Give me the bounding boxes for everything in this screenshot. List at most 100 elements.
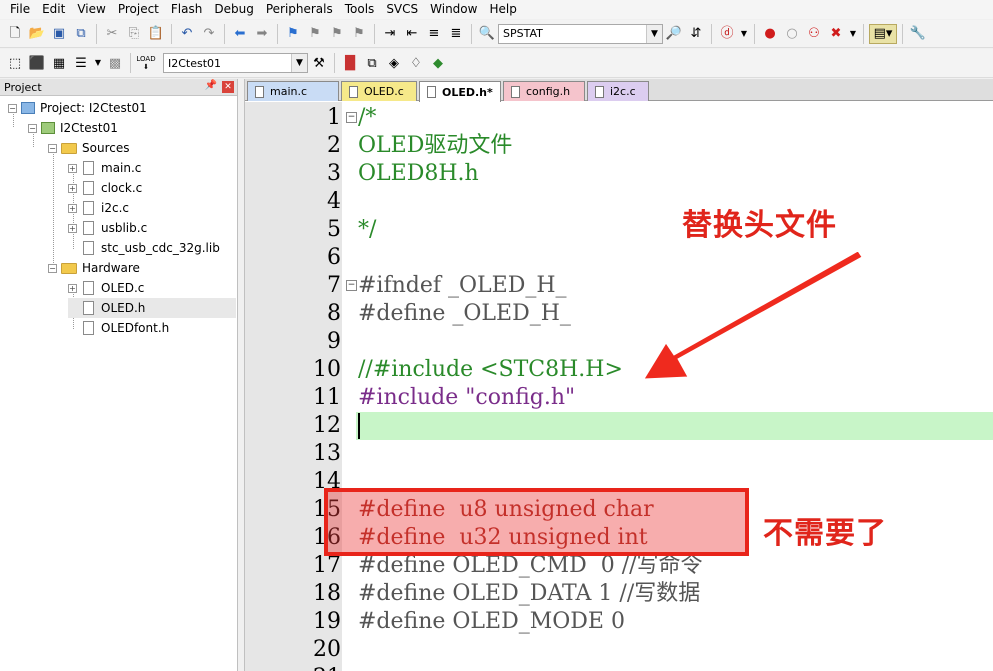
redo-icon[interactable]: ↷	[199, 24, 219, 44]
line-number: 19	[313, 609, 341, 634]
tab-oled-h[interactable]: OLED.h*	[419, 81, 501, 102]
load-download-icon[interactable]: LOAD ⬇	[136, 53, 156, 73]
tree-file-oled-h[interactable]: OLED.h	[68, 298, 236, 318]
tree-project[interactable]: − Project: I2Ctest01	[8, 98, 147, 118]
chevron-down-icon[interactable]: ▼	[848, 24, 858, 44]
collapse-icon[interactable]: −	[48, 263, 57, 273]
select-pack-icon[interactable]: ◈	[384, 53, 404, 73]
expand-icon[interactable]: +	[68, 203, 77, 213]
tree-group-hardware[interactable]: − Hardware	[48, 258, 140, 278]
line-number: 3	[327, 161, 341, 186]
new-file-icon[interactable]: 🗋	[5, 24, 25, 44]
line-number: 17	[313, 553, 341, 578]
menu-window[interactable]: Window	[424, 0, 483, 19]
find-icon[interactable]: 🔎	[664, 24, 684, 44]
file-icon	[83, 321, 94, 335]
chevron-down-icon[interactable]: ▼	[291, 54, 307, 72]
collapse-icon[interactable]: −	[48, 143, 57, 153]
fold-collapse-icon[interactable]: −	[346, 280, 357, 291]
line-number: 10	[313, 357, 341, 382]
tree-file-lib[interactable]: stc_usb_cdc_32g.lib	[68, 238, 220, 258]
tree-file-clock[interactable]: + clock.c	[68, 178, 142, 198]
expand-icon[interactable]: +	[68, 223, 77, 233]
translate-icon[interactable]: ⬚	[5, 53, 25, 73]
copy-icon[interactable]: ⎘	[124, 24, 144, 44]
indent-icon[interactable]: ⇥	[380, 24, 400, 44]
tab-main-c[interactable]: main.c	[247, 81, 339, 101]
expand-icon[interactable]: +	[68, 163, 77, 173]
tree-file-usblib[interactable]: + usblib.c	[68, 218, 147, 238]
manage-components-icon[interactable]: █	[340, 53, 360, 73]
bookmark-icon[interactable]: ⚑	[283, 24, 303, 44]
paste-icon[interactable]: 📋	[146, 24, 166, 44]
breakpoint-kill-all-icon[interactable]: ✖	[826, 24, 846, 44]
fold-collapse-icon[interactable]: −	[346, 112, 357, 123]
nav-forward-icon[interactable]: ➡	[252, 24, 272, 44]
tree-file-label: stc_usb_cdc_32g.lib	[101, 241, 220, 255]
toolbar-separator	[277, 23, 278, 44]
tab-i2c-c[interactable]: i2c.c	[587, 81, 649, 101]
breakpoint-disable-all-icon[interactable]: ⚇	[804, 24, 824, 44]
run-time-environment-icon[interactable]: ♢	[406, 53, 426, 73]
breakpoint-icon[interactable]: ●	[760, 24, 780, 44]
chevron-down-icon[interactable]: ▼	[739, 24, 749, 44]
menu-edit[interactable]: Edit	[36, 0, 71, 19]
unindent-icon[interactable]: ⇤	[402, 24, 422, 44]
menu-flash[interactable]: Flash	[165, 0, 208, 19]
save-all-icon[interactable]: ⧉	[71, 24, 91, 44]
file-extensions-icon[interactable]: ⧉	[362, 53, 382, 73]
menu-view[interactable]: View	[71, 0, 111, 19]
rebuild-icon[interactable]: ▦	[49, 53, 69, 73]
menu-file[interactable]: File	[4, 0, 36, 19]
comment-icon[interactable]: ≡	[424, 24, 444, 44]
editor-tabs: main.c OLED.c OLED.h* config.h i2c.c	[245, 79, 993, 102]
window-layout-icon[interactable]: ▤▾	[869, 23, 897, 44]
chevron-down-icon[interactable]: ▼	[93, 53, 103, 73]
clear-bookmarks-icon[interactable]: ⚑	[349, 24, 369, 44]
tree-file-i2c[interactable]: + i2c.c	[68, 198, 129, 218]
close-icon[interactable]: ✕	[222, 81, 234, 93]
batch-build-icon[interactable]: ☰	[71, 53, 91, 73]
menu-project[interactable]: Project	[112, 0, 165, 19]
collapse-icon[interactable]: −	[28, 123, 37, 133]
collapse-icon[interactable]: −	[8, 103, 17, 113]
tree-group-sources[interactable]: − Sources	[48, 138, 129, 158]
prev-bookmark-icon[interactable]: ⚑	[305, 24, 325, 44]
chevron-down-icon[interactable]: ▼	[646, 24, 662, 43]
nav-back-icon[interactable]: ⬅	[230, 24, 250, 44]
target-combo[interactable]: I2Ctest01 ▼	[163, 53, 308, 73]
build-icon[interactable]: ⬛	[27, 53, 47, 73]
debug-session-icon[interactable]: ⓓ	[717, 24, 737, 44]
save-icon[interactable]: ▣	[49, 24, 69, 44]
tree-file-main[interactable]: + main.c	[68, 158, 141, 178]
expand-icon[interactable]: +	[68, 283, 77, 293]
tree-target[interactable]: − I2Ctest01	[28, 118, 118, 138]
line-number: 1	[327, 105, 341, 130]
next-bookmark-icon[interactable]: ⚑	[327, 24, 347, 44]
stop-build-icon[interactable]: ▩	[105, 53, 125, 73]
undo-icon[interactable]: ↶	[177, 24, 197, 44]
project-panel: Project 📌 ✕ − Project: I2Ctest01 − I2Cte…	[0, 79, 238, 671]
menu-debug[interactable]: Debug	[208, 0, 259, 19]
configure-icon[interactable]: 🔧	[908, 24, 928, 44]
menu-tools[interactable]: Tools	[339, 0, 381, 19]
tab-config-h[interactable]: config.h	[503, 81, 585, 101]
menu-svcs[interactable]: SVCS	[380, 0, 424, 19]
incremental-find-icon[interactable]: ⇵	[686, 24, 706, 44]
tree-file-oledfont[interactable]: OLEDfont.h	[68, 318, 169, 338]
breakpoint-disabled-icon[interactable]: ○	[782, 24, 802, 44]
software-packs-icon[interactable]: ◆	[428, 53, 448, 73]
open-folder-icon[interactable]: 📂	[27, 24, 47, 44]
tab-oled-c[interactable]: OLED.c	[341, 81, 417, 101]
tree-file-oled-c[interactable]: + OLED.c	[68, 278, 144, 298]
menu-peripherals[interactable]: Peripherals	[260, 0, 339, 19]
find-combo[interactable]: SPSTAT ▼	[498, 23, 663, 44]
uncomment-icon[interactable]: ≣	[446, 24, 466, 44]
pin-icon[interactable]: 📌	[205, 80, 217, 91]
cut-icon[interactable]: ✂	[102, 24, 122, 44]
tree-file-label: i2c.c	[101, 201, 129, 215]
expand-icon[interactable]: +	[68, 183, 77, 193]
menu-help[interactable]: Help	[483, 0, 522, 19]
find-in-files-icon[interactable]: 🔍	[477, 24, 497, 44]
target-options-icon[interactable]: ⚒	[309, 53, 329, 73]
